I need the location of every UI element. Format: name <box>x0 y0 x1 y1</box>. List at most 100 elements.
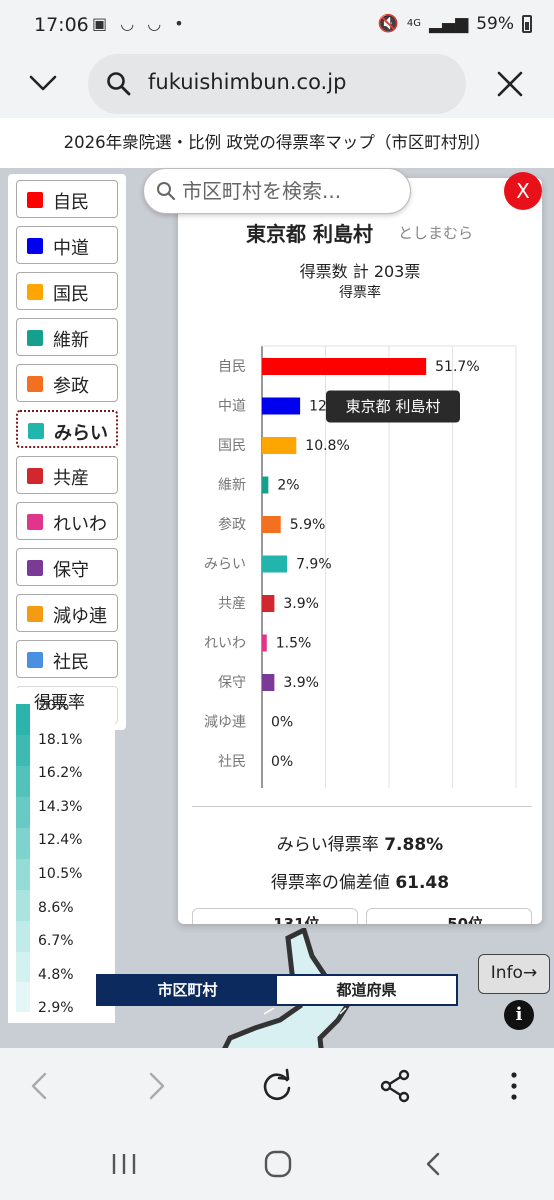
party-rate-stat: みらい得票率 7.88% <box>178 830 542 855</box>
legend-item[interactable]: 維新 <box>16 318 118 356</box>
bar-value-label: 2% <box>277 478 299 494</box>
party-rate-label: みらい得票率 <box>276 835 379 855</box>
bar-value-label: 5.9% <box>290 517 326 533</box>
legend-label: 維新 <box>53 330 89 351</box>
legend-swatch <box>27 192 43 208</box>
category-label: 維新 <box>218 478 246 494</box>
party-rate-value: 7.88% <box>384 835 444 855</box>
municipality-popup: 東京都 利島村 としまむら 得票数 計 203票 得票率 020406080自民… <box>178 178 542 924</box>
legend-label: 自民 <box>53 192 89 213</box>
rank-tab-1-label: … 131位 <box>253 915 320 924</box>
info-button[interactable]: Info→ <box>478 954 550 994</box>
legend-label: 減ゆ連 <box>53 606 107 627</box>
scale-label: 8.6% <box>38 899 74 916</box>
search-icon <box>107 72 131 96</box>
legend-item[interactable]: れいわ <box>16 502 118 540</box>
close-icon[interactable] <box>496 70 524 98</box>
category-label: 保守 <box>218 675 246 691</box>
close-popup-button[interactable]: X <box>504 172 542 210</box>
category-label: みらい <box>204 557 246 573</box>
legend-swatch <box>28 423 44 439</box>
rank-tab-2-label: … 50位 <box>427 915 484 924</box>
rate-scale: 得票率 20% 18.1% 16.2% 14.3% 12.4% 10.5% 8.6% 6.7%… <box>8 688 115 1023</box>
info-icon[interactable]: i <box>504 1000 534 1030</box>
status-time: 17:06 <box>34 14 89 36</box>
popup-place-kana: としまむら <box>398 224 474 242</box>
bar-value-label: 1.5% <box>276 636 312 652</box>
map-area[interactable]: 自民中道国民維新参政みらい共産れいわ保守減ゆ連社民安楽会 得票率 20%18.1… <box>0 168 554 1048</box>
reload-icon[interactable] <box>257 1066 297 1106</box>
bar <box>262 674 275 691</box>
bar-value-label: 51.7% <box>435 359 479 375</box>
level-toggle: 市区町村 都道府県 <box>96 974 458 1006</box>
legend-swatch <box>27 238 43 254</box>
recent-apps-icon[interactable] <box>104 1146 144 1182</box>
share-icon[interactable] <box>376 1066 416 1106</box>
popup-total-votes: 得票数 計 203票 <box>299 262 421 281</box>
legend-swatch <box>27 560 43 576</box>
back-icon[interactable] <box>20 1066 60 1106</box>
page-title: 2026年衆院選・比例 政党の得票率マップ（市区町村別） <box>0 118 554 168</box>
battery-text: 59% <box>476 14 514 34</box>
back-nav-icon[interactable] <box>414 1146 454 1182</box>
legend-item[interactable]: 中道 <box>16 226 118 264</box>
battery-icon <box>522 15 532 33</box>
bar-value-label: 3.9% <box>283 675 319 691</box>
rank-tab-2[interactable]: … 50位 <box>366 908 532 924</box>
search-icon <box>157 182 176 201</box>
legend-item[interactable]: 社民 <box>16 640 118 678</box>
category-label: れいわ <box>204 636 246 652</box>
home-icon[interactable] <box>258 1146 298 1182</box>
legend-label: みらい <box>54 423 108 444</box>
legend-item[interactable]: 参政 <box>16 364 118 402</box>
toggle-prefecture[interactable]: 都道府県 <box>277 976 456 1004</box>
popup-place-name: 東京都 利島村 <box>246 222 373 246</box>
legend-item[interactable]: 保守 <box>16 548 118 586</box>
forward-icon[interactable] <box>136 1066 176 1106</box>
scale-label: 6.7% <box>38 933 74 950</box>
url-bar[interactable]: fukuishimbun.co.jp <box>88 54 466 114</box>
web-page: 2026年衆院選・比例 政党の得票率マップ（市区町村別） 自民 中道 国民 維新 参政み… <box>0 118 554 1048</box>
scale-label: 18.1% <box>38 731 83 748</box>
bar-value-label: 7.9% <box>296 557 332 573</box>
scale-label: 14.3% <box>38 798 83 815</box>
deviation-label: 得票率の偏差値 <box>270 873 390 893</box>
url-text: fukuishimbun.co.jp <box>148 70 347 94</box>
legend-item[interactable]: 減ゆ連 <box>16 594 118 632</box>
popup-rate-label: 得票率 <box>339 285 381 301</box>
scale-label: 16.2% <box>38 765 83 782</box>
legend-item[interactable]: みらい <box>16 410 118 448</box>
deviation-stat: 得票率の偏差値 61.48 <box>178 868 542 893</box>
bar-value-label: 0% <box>271 754 293 770</box>
scale-label: 2.9% <box>38 1000 74 1017</box>
network-icon: 4G <box>406 18 421 29</box>
toggle-municipality[interactable]: 市区町村 <box>98 976 277 1004</box>
legend-swatch <box>27 606 43 622</box>
vote-share-chart: 020406080自民51.7%中道12.国民10.8%維新2%参政5.9%みら… <box>204 345 517 788</box>
legend-swatch <box>27 652 43 668</box>
legend-label: 保守 <box>53 560 89 581</box>
legend-label: れいわ <box>53 514 107 535</box>
scale-label: 20% <box>38 698 70 714</box>
scale-label: 10.5% <box>38 866 83 882</box>
browser-url-row: fukuishimbun.co.jp <box>0 52 554 118</box>
legend-item[interactable]: 国民 <box>16 272 118 310</box>
legend-label: 参政 <box>53 376 89 397</box>
legend-item[interactable]: 共産 <box>16 456 118 494</box>
legend-item[interactable]: 自民 <box>16 180 118 218</box>
rank-tab-1[interactable]: … 131位 <box>192 908 358 924</box>
more-options-icon[interactable] <box>494 1066 534 1106</box>
legend-label: 国民 <box>53 284 89 305</box>
category-label: 国民 <box>218 438 246 454</box>
category-label: 減ゆ連 <box>204 714 246 731</box>
bar <box>262 634 267 652</box>
search-input[interactable] <box>182 177 402 205</box>
chevron-down-icon[interactable] <box>28 68 58 98</box>
municipality-search[interactable] <box>143 168 411 214</box>
bar <box>262 555 288 573</box>
legend-swatch <box>27 514 43 530</box>
deviation-value: 61.48 <box>395 873 450 893</box>
bar <box>262 516 281 533</box>
bar <box>262 358 427 375</box>
signal-icon: ▂▄▆ <box>428 14 469 34</box>
